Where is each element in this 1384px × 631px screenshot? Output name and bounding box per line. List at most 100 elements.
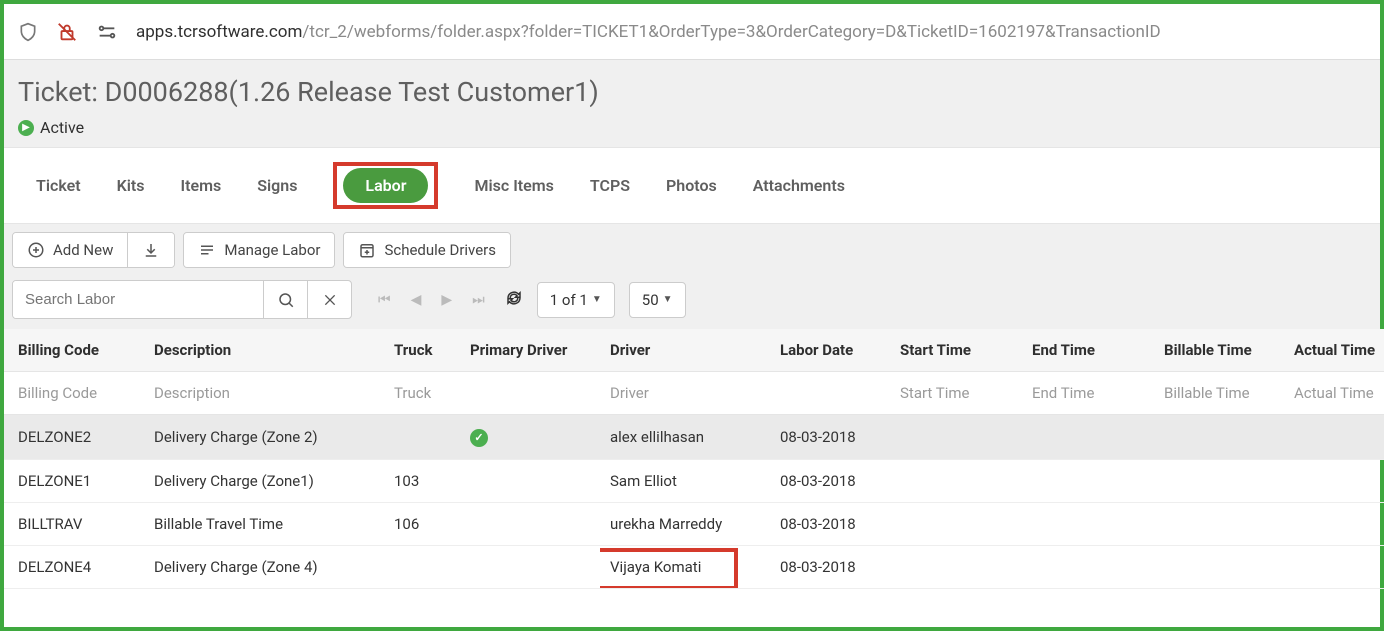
driver-highlight: Vijaya Komati: [610, 558, 701, 576]
cell-truck: 106: [384, 502, 460, 545]
manage-labor-button[interactable]: Manage Labor: [184, 233, 334, 267]
page-of-label: 1 of 1: [550, 291, 588, 309]
list-icon: [198, 241, 216, 259]
cell-billing-code: DELZONE4: [4, 545, 144, 588]
filter-description[interactable]: Description: [144, 372, 384, 415]
search-icon: [277, 291, 295, 309]
col-truck[interactable]: Truck: [384, 329, 460, 372]
cell-labor-date: 08-03-2018: [770, 545, 890, 588]
col-billable-time[interactable]: Billable Time: [1154, 329, 1284, 372]
cell-labor-date: 08-03-2018: [770, 415, 890, 460]
caret-down-icon: ▼: [592, 294, 602, 305]
col-labor-date[interactable]: Labor Date: [770, 329, 890, 372]
tab-bar: Ticket Kits Items Signs Labor Misc Items…: [4, 147, 1380, 224]
search-input[interactable]: [13, 281, 263, 318]
cell-labor-date: 08-03-2018: [770, 502, 890, 545]
filter-labor-date[interactable]: [770, 372, 890, 415]
search-button[interactable]: [263, 281, 307, 318]
tab-labor-highlight: Labor: [333, 162, 438, 209]
cell-billing-code: DELZONE2: [4, 415, 144, 460]
cell-labor-date: 08-03-2018: [770, 459, 890, 502]
filter-truck[interactable]: Truck: [384, 372, 460, 415]
page-size-label: 50: [642, 291, 659, 309]
address-bar: apps.tcrsoftware.com/tcr_2/webforms/fold…: [4, 4, 1380, 60]
download-button[interactable]: [127, 233, 174, 267]
cell-driver: urekha Marreddy: [600, 502, 770, 545]
table-row[interactable]: DELZONE1 Delivery Charge (Zone1) 103 Sam…: [4, 459, 1384, 502]
plus-circle-icon: [27, 241, 45, 259]
filter-actual-time[interactable]: Actual Time: [1284, 372, 1384, 415]
filter-row: ⏮ ◀ ▶ ⏭ 1 of 1 ▼ 50 ▼: [4, 276, 1380, 329]
schedule-drivers-button[interactable]: Schedule Drivers: [344, 233, 510, 267]
cell-truck: [384, 545, 460, 588]
grid-filter-row: Billing Code Description Truck Driver St…: [4, 372, 1384, 415]
cell-description: Delivery Charge (Zone 2): [144, 415, 384, 460]
pager-prev-icon[interactable]: ◀: [411, 292, 422, 308]
cell-primary-driver: ✓: [460, 415, 600, 460]
shield-icon: [18, 22, 38, 42]
col-end-time[interactable]: End Time: [1022, 329, 1154, 372]
col-primary-driver[interactable]: Primary Driver: [460, 329, 600, 372]
filter-billing-code[interactable]: Billing Code: [4, 372, 144, 415]
manage-labor-label: Manage Labor: [224, 241, 320, 259]
labor-grid: Billing Code Description Truck Primary D…: [4, 329, 1384, 589]
status-label: Active: [40, 118, 84, 137]
tab-attachments[interactable]: Attachments: [753, 176, 845, 195]
filter-end-time[interactable]: End Time: [1022, 372, 1154, 415]
cell-driver: alex ellilhasan: [600, 415, 770, 460]
tab-signs[interactable]: Signs: [257, 176, 297, 195]
download-icon: [142, 241, 160, 259]
refresh-icon[interactable]: [505, 289, 523, 311]
cell-truck: 103: [384, 459, 460, 502]
pager-next-icon[interactable]: ▶: [441, 292, 452, 308]
filter-start-time[interactable]: Start Time: [890, 372, 1022, 415]
filter-driver[interactable]: Driver: [600, 372, 770, 415]
col-billing-code[interactable]: Billing Code: [4, 329, 144, 372]
caret-down-icon: ▼: [663, 294, 673, 305]
toolbar: Add New Manage Labor Schedule Drivers: [4, 224, 1380, 276]
col-start-time[interactable]: Start Time: [890, 329, 1022, 372]
cell-driver: Sam Elliot: [600, 459, 770, 502]
tab-labor[interactable]: Labor: [343, 168, 428, 203]
cell-description: Billable Travel Time: [144, 502, 384, 545]
tab-ticket[interactable]: Ticket: [36, 176, 81, 195]
cell-truck: [384, 415, 460, 460]
pager-last-icon[interactable]: ⏭: [472, 292, 485, 308]
tab-misc-items[interactable]: Misc Items: [474, 176, 553, 195]
cell-billing-code: BILLTRAV: [4, 502, 144, 545]
close-icon: [322, 292, 338, 308]
cell-primary-driver: [460, 545, 600, 588]
status-active-icon: ▶: [18, 120, 34, 136]
settings-sliders-icon: [96, 21, 118, 43]
page-size-dropdown[interactable]: 50 ▼: [629, 282, 686, 318]
clear-search-button[interactable]: [307, 281, 351, 318]
col-driver[interactable]: Driver: [600, 329, 770, 372]
check-circle-icon: ✓: [470, 429, 488, 447]
col-description[interactable]: Description: [144, 329, 384, 372]
cell-description: Delivery Charge (Zone1): [144, 459, 384, 502]
table-row[interactable]: DELZONE4 Delivery Charge (Zone 4) Vijaya…: [4, 545, 1384, 588]
cell-description: Delivery Charge (Zone 4): [144, 545, 384, 588]
page-header: Ticket: D0006288(1.26 Release Test Custo…: [4, 60, 1380, 147]
pager: ⏮ ◀ ▶ ⏭: [378, 289, 523, 311]
col-actual-time[interactable]: Actual Time: [1284, 329, 1384, 372]
schedule-drivers-label: Schedule Drivers: [384, 241, 496, 259]
table-row[interactable]: DELZONE2 Delivery Charge (Zone 2) ✓ alex…: [4, 415, 1384, 460]
tab-kits[interactable]: Kits: [117, 176, 145, 195]
add-new-button[interactable]: Add New: [13, 233, 127, 267]
page-title: Ticket: D0006288(1.26 Release Test Custo…: [18, 76, 1366, 108]
tab-photos[interactable]: Photos: [666, 176, 717, 195]
filter-primary-driver[interactable]: [460, 372, 600, 415]
url-text[interactable]: apps.tcrsoftware.com/tcr_2/webforms/fold…: [136, 22, 1161, 42]
page-of-dropdown[interactable]: 1 of 1 ▼: [537, 282, 615, 318]
grid-header-row: Billing Code Description Truck Primary D…: [4, 329, 1384, 372]
cell-driver: Vijaya Komati: [600, 545, 770, 588]
cell-billing-code: DELZONE1: [4, 459, 144, 502]
table-row[interactable]: BILLTRAV Billable Travel Time 106 urekha…: [4, 502, 1384, 545]
cell-primary-driver: [460, 502, 600, 545]
filter-billable-time[interactable]: Billable Time: [1154, 372, 1284, 415]
pager-first-icon[interactable]: ⏮: [378, 292, 391, 308]
tab-items[interactable]: Items: [181, 176, 222, 195]
tab-tcps[interactable]: TCPS: [590, 176, 630, 195]
add-new-label: Add New: [53, 241, 113, 259]
